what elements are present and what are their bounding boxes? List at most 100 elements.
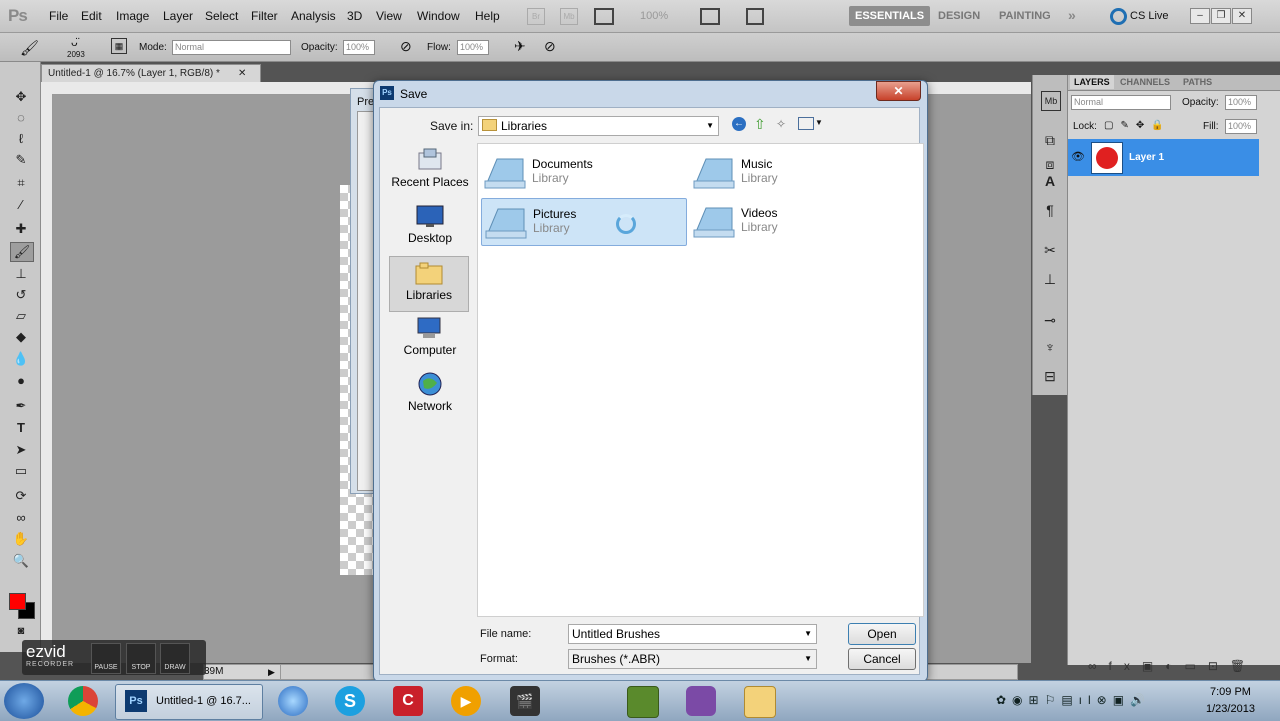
paint-bucket-tool-icon[interactable]: ◆ (10, 328, 32, 346)
menu-file[interactable]: File (49, 9, 68, 23)
crop-tool-icon[interactable]: ⌗ (10, 174, 32, 192)
visibility-eye-icon[interactable]: 👁 (1071, 150, 1085, 163)
shape-tool-icon[interactable]: ▭ (10, 462, 32, 480)
menu-analysis[interactable]: Analysis (291, 9, 336, 23)
layer-actions-icons[interactable]: ∞fx▣◐▭⊡🗑 (1088, 659, 1257, 673)
blur-tool-icon[interactable]: 💧 (10, 350, 32, 368)
menu-layer[interactable]: Layer (163, 9, 193, 23)
views-chevron-icon[interactable]: ▼ (815, 118, 823, 127)
zoom-tool-icon[interactable]: 🔍 (10, 552, 32, 570)
blend-mode-dropdown[interactable]: Normal (1071, 95, 1171, 110)
foreground-color-swatch[interactable] (9, 593, 26, 610)
itunes-icon[interactable] (278, 686, 308, 716)
3d-rotate-tool-icon[interactable]: ⟳ (10, 487, 32, 505)
start-button[interactable] (4, 683, 44, 719)
open-button[interactable]: Open (848, 623, 916, 645)
menu-view[interactable]: View (376, 9, 402, 23)
close-icon[interactable]: ✕ (1232, 8, 1252, 24)
history-panel-icon[interactable]: ⧉ (1041, 131, 1059, 149)
more-workspaces-icon[interactable]: » (1068, 7, 1076, 23)
explorer-icon[interactable] (744, 686, 776, 718)
antivirus-icon[interactable]: C (393, 686, 423, 716)
fill-field[interactable]: 100% (1225, 119, 1257, 134)
minecraft-icon[interactable] (627, 686, 659, 718)
document-tab[interactable]: Untitled-1 @ 16.7% (Layer 1, RGB/8) * ✕ (41, 64, 261, 82)
file-name-input[interactable]: Untitled Brushes ▼ (568, 624, 817, 644)
menu-edit[interactable]: Edit (81, 9, 102, 23)
clone-stamp-tool-icon[interactable]: ⊥ (10, 265, 32, 283)
minimize-icon[interactable]: – (1190, 8, 1210, 24)
mini-bridge-icon[interactable]: Mb (560, 8, 578, 25)
tab-paths[interactable]: PATHS (1179, 75, 1216, 89)
workspace-painting[interactable]: PAINTING (993, 6, 1057, 26)
media-player-icon[interactable]: ▶ (451, 686, 481, 716)
ezvid-stop-button[interactable]: STOP (126, 643, 156, 674)
move-tool-icon[interactable]: ✥ (10, 88, 32, 106)
healing-brush-tool-icon[interactable]: ✚ (10, 220, 32, 238)
adjustments-panel-icon[interactable]: ⊸ (1041, 311, 1059, 329)
actions-panel-icon[interactable]: ⧈ (1041, 155, 1059, 173)
system-tray-icons[interactable]: ✿◉⊞⚐▤ıl⊗▣🔊 (996, 693, 1151, 707)
list-item[interactable]: Videos Library (690, 198, 894, 244)
tab-channels[interactable]: CHANNELS (1116, 75, 1174, 89)
tab-layers[interactable]: LAYERS (1070, 75, 1114, 89)
game-app-icon[interactable] (686, 686, 716, 716)
brush-presets-panel-icon[interactable]: ⊟ (1041, 367, 1059, 385)
brush-tool-icon[interactable]: 🖌 (10, 242, 34, 262)
airbrush-icon[interactable]: ✈ (514, 38, 526, 55)
eraser-tool-icon[interactable]: ▱ (10, 307, 32, 325)
type-tool-icon[interactable]: T (10, 419, 32, 437)
layer-row[interactable]: 👁 Layer 1 (1068, 139, 1259, 176)
tool-presets-panel-icon[interactable]: ✂ (1041, 241, 1059, 259)
workspace-design[interactable]: DESIGN (932, 6, 986, 26)
lasso-tool-icon[interactable]: ℓ (10, 130, 32, 148)
mini-bridge-panel-icon[interactable]: Mb (1041, 91, 1061, 111)
pressure-opacity-icon[interactable]: ⊘ (400, 38, 412, 55)
lock-options-icon[interactable]: ▢✎✥🔒 (1104, 120, 1171, 131)
menu-window[interactable]: Window (417, 9, 460, 23)
views-menu-icon[interactable] (798, 117, 814, 130)
list-item[interactable]: Music Library (690, 149, 894, 195)
format-dropdown[interactable]: Brushes (*.ABR) ▼ (568, 649, 817, 669)
close-document-icon[interactable]: ✕ (238, 65, 246, 82)
menu-select[interactable]: Select (205, 9, 238, 23)
marquee-tool-icon[interactable]: ◌ (10, 109, 32, 127)
paragraph-panel-icon[interactable]: ¶ (1041, 201, 1059, 219)
dialog-close-button[interactable]: ✕ (876, 81, 921, 101)
place-libraries[interactable]: Libraries (389, 256, 469, 312)
place-computer[interactable]: Computer (391, 312, 469, 364)
place-desktop[interactable]: Desktop (391, 200, 469, 252)
masks-panel-icon[interactable]: ♆ (1041, 338, 1059, 356)
new-folder-icon[interactable]: ✧ (776, 117, 786, 131)
ezvid-pause-button[interactable]: PAUSE (91, 643, 121, 674)
character-panel-icon[interactable]: A (1041, 172, 1059, 190)
restore-icon[interactable]: ❐ (1211, 8, 1231, 24)
back-icon[interactable]: ← (732, 117, 746, 131)
quick-mask-icon[interactable]: ◙ (10, 622, 32, 640)
clone-source-panel-icon[interactable]: ⊥ (1041, 270, 1059, 288)
brush-preview-icon[interactable]: ᴗ̈ (71, 35, 78, 49)
list-item[interactable]: Pictures Library (481, 198, 687, 246)
pressure-size-icon[interactable]: ⊘ (544, 38, 556, 55)
3d-orbit-tool-icon[interactable]: ∞ (10, 509, 32, 527)
menu-filter[interactable]: Filter (251, 9, 278, 23)
place-network[interactable]: Network (391, 368, 469, 420)
cancel-button[interactable]: Cancel (848, 648, 916, 670)
brush-size[interactable]: 2093 (67, 50, 85, 59)
list-item[interactable]: Documents Library (481, 149, 685, 195)
menu-help[interactable]: Help (475, 9, 500, 23)
movie-maker-icon[interactable]: 🎬 (510, 686, 540, 716)
screen-mode-icon[interactable] (746, 8, 764, 25)
dodge-tool-icon[interactable]: ● (10, 372, 32, 390)
pen-tool-icon[interactable]: ✒ (10, 397, 32, 415)
clock-time[interactable]: 7:09 PM (1210, 686, 1251, 698)
brush-tool-preset-icon[interactable]: 🖌 (20, 39, 39, 57)
history-brush-tool-icon[interactable]: ↺ (10, 286, 32, 304)
layers-opacity-field[interactable]: 100% (1225, 95, 1257, 110)
save-in-dropdown[interactable]: Libraries ▼ (478, 116, 719, 136)
eyedropper-tool-icon[interactable]: ⁄ (10, 196, 32, 214)
place-recent-places[interactable]: Recent Places (391, 144, 469, 196)
arrange-documents-icon[interactable] (700, 8, 720, 25)
chrome-icon[interactable] (68, 686, 98, 716)
file-list[interactable]: Documents Library Music Library Pictures… (477, 143, 924, 617)
